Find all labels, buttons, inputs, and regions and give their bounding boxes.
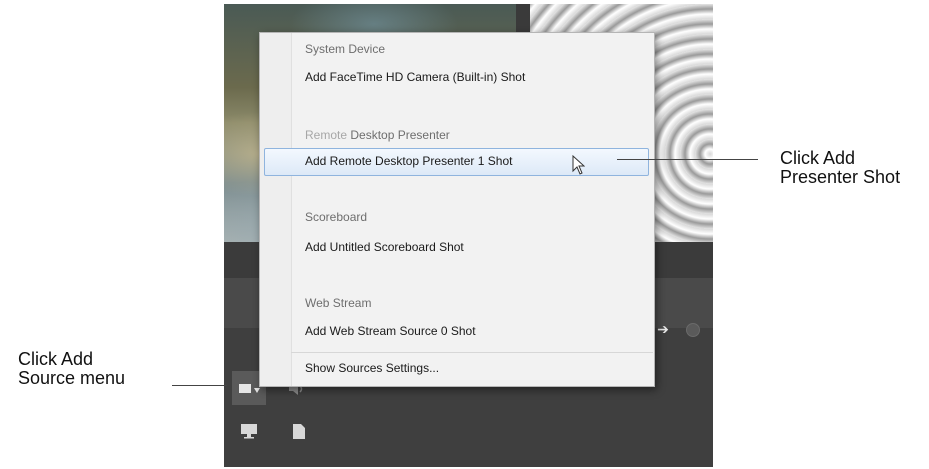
- callout-presenter-line2: Presenter Shot: [780, 167, 901, 187]
- menu-header-remote-desktop-presenter: Remote Desktop Presenter: [305, 128, 450, 142]
- callout-presenter-shot: Click Add Presenter Shot: [780, 149, 900, 187]
- menu-header-web-stream: Web Stream: [305, 296, 372, 310]
- callout-line-presenter: [617, 159, 758, 160]
- mouse-pointer-icon: [572, 155, 585, 175]
- callout-line-source: [172, 385, 227, 386]
- callout-add-source-menu: Click Add Source menu: [18, 350, 125, 388]
- menu-header-system-device: System Device: [305, 42, 386, 56]
- record-toggle-button[interactable]: [686, 323, 700, 337]
- display-source-button[interactable]: [234, 416, 264, 446]
- menu-item-add-remote-desktop-presenter-shot[interactable]: Add Remote Desktop Presenter 1 Shot: [305, 154, 512, 168]
- add-source-menu: System Device Add FaceTime HD Camera (Bu…: [259, 32, 655, 387]
- camera-icon: [238, 383, 251, 393]
- menu-separator: [291, 352, 653, 353]
- callout-source-line2: Source menu: [18, 368, 126, 388]
- monitor-icon: [241, 424, 257, 439]
- menu-header-scoreboard: Scoreboard: [305, 210, 368, 224]
- callout-presenter-line1: Click Add: [780, 148, 856, 168]
- menu-header-remote-suffix: Desktop Presenter: [347, 128, 450, 142]
- dropdown-caret-icon: [253, 388, 260, 393]
- menu-item-add-facetime-shot[interactable]: Add FaceTime HD Camera (Built-in) Shot: [305, 70, 525, 84]
- menu-gutter: [260, 33, 292, 386]
- menu-item-add-scoreboard-shot[interactable]: Add Untitled Scoreboard Shot: [305, 240, 464, 254]
- menu-item-show-sources-settings[interactable]: Show Sources Settings...: [305, 361, 439, 375]
- menu-item-add-web-stream-shot[interactable]: Add Web Stream Source 0 Shot: [305, 324, 476, 338]
- document-source-button[interactable]: [284, 416, 314, 446]
- callout-source-line1: Click Add: [18, 349, 94, 369]
- menu-header-remote-prefix: Remote: [305, 128, 348, 142]
- document-icon: [293, 423, 305, 439]
- arrow-right-icon[interactable]: ➔: [654, 321, 672, 337]
